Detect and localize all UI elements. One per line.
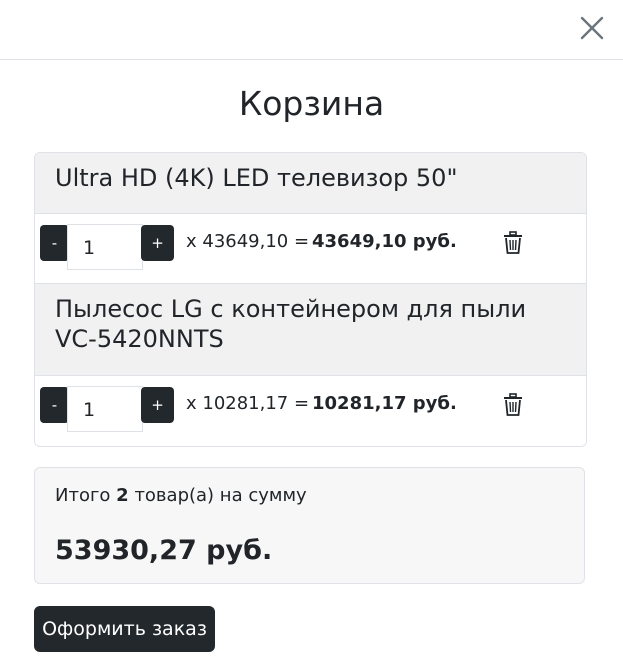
checkout-button[interactable]: Оформить заказ — [34, 606, 215, 652]
summary-prefix: Итого — [55, 485, 111, 506]
close-button[interactable] — [576, 12, 608, 44]
decrease-quantity-button[interactable]: - — [40, 387, 69, 423]
unit-price: x 10281,17 = — [186, 393, 310, 414]
trash-icon — [504, 231, 522, 254]
item-quantity-row: - 1 + x 43649,10 = 43649,10 руб. — [35, 214, 586, 284]
line-total: 10281,17 руб. — [312, 393, 457, 414]
item-name: Ultra HD (4K) LED телевизор 50" — [55, 164, 458, 192]
item-name-header: Ultra HD (4K) LED телевизор 50" — [35, 153, 586, 214]
summary-count: 2 — [116, 485, 129, 506]
cart-items-card: Ultra HD (4K) LED телевизор 50" - 1 + x … — [34, 152, 587, 447]
increase-quantity-button[interactable]: + — [141, 225, 174, 261]
close-icon — [580, 16, 604, 40]
item-quantity-row: - 1 + x 10281,17 = 10281,17 руб. — [35, 376, 586, 446]
item-name-header: Пылесос LG с контейнером для пыли VC-542… — [35, 284, 586, 376]
item-name: Пылесос LG с контейнером для пыли VC-542… — [55, 295, 527, 353]
summary-total: 53930,27 руб. — [55, 535, 273, 566]
quantity-input[interactable]: 1 — [67, 224, 143, 270]
unit-price: x 43649,10 = — [186, 231, 310, 252]
line-total: 43649,10 руб. — [312, 231, 457, 252]
remove-item-button[interactable] — [502, 393, 524, 417]
order-summary-card: Итого 2 товар(а) на сумму 53930,27 руб. — [34, 467, 585, 584]
quantity-input[interactable]: 1 — [67, 386, 143, 432]
remove-item-button[interactable] — [502, 231, 524, 255]
cart-modal: Корзина Ultra HD (4K) LED телевизор 50" … — [0, 0, 623, 666]
modal-header — [0, 0, 623, 60]
summary-line: Итого 2 товар(а) на сумму — [55, 485, 307, 507]
modal-title: Корзина — [238, 84, 385, 123]
trash-icon — [504, 393, 522, 416]
decrease-quantity-button[interactable]: - — [40, 225, 69, 261]
increase-quantity-button[interactable]: + — [141, 387, 174, 423]
summary-suffix: товар(а) на сумму — [134, 485, 307, 506]
